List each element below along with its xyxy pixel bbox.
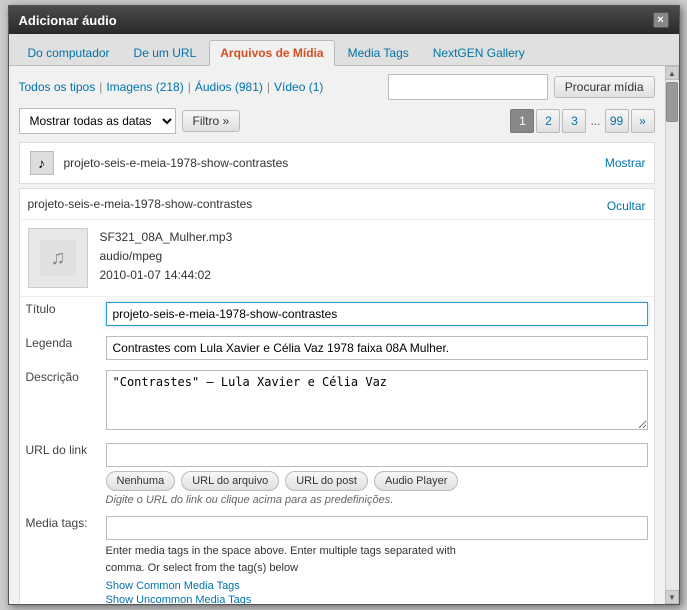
search-row: Todos os tipos | Imagens (218) | Áudios …: [19, 74, 655, 100]
url-label: URL do link: [20, 438, 100, 511]
audios-link[interactable]: Áudios (981): [195, 80, 263, 94]
url-cell: Nenhuma URL do arquivo URL do post Audio…: [100, 438, 654, 511]
url-btn-post[interactable]: URL do post: [285, 471, 368, 491]
url-input[interactable]: [106, 443, 648, 467]
media-tags-hint2: comma. Or select from the tag(s) below: [106, 562, 299, 574]
media-tags-hint: Enter media tags in the space above. Ent…: [106, 543, 648, 576]
media-item-1-name: projeto-seis-e-meia-1978-show-contrastes: [64, 156, 597, 170]
media-tags-label: Media tags:: [20, 511, 100, 604]
filter-button[interactable]: Filtro »: [182, 110, 241, 132]
pagination: 1 2 3 ... 99 »: [510, 109, 654, 133]
title-row: Título: [20, 297, 654, 331]
page-next-btn[interactable]: »: [631, 109, 655, 133]
type-filter: Todos os tipos | Imagens (218) | Áudios …: [19, 80, 324, 94]
page-dots: ...: [588, 114, 602, 128]
desc-label: Descrição: [20, 365, 100, 438]
sep1: |: [99, 80, 102, 94]
tab-bar: Do computador De um URL Arquivos de Mídi…: [9, 34, 679, 66]
show-uncommon-tags-link[interactable]: Show Uncommon Media Tags: [106, 594, 252, 604]
scrollbar-up-btn[interactable]: ▲: [665, 66, 679, 80]
search-button[interactable]: Procurar mídia: [554, 76, 655, 98]
close-button[interactable]: ×: [653, 12, 669, 28]
title-input[interactable]: [106, 302, 648, 326]
caption-label: Legenda: [20, 331, 100, 365]
images-link[interactable]: Imagens (218): [106, 80, 183, 94]
media-detail-section: ♫ SF321_08A_Mulher.mp3 audio/mpeg 2010-0…: [20, 220, 654, 297]
dialog-body: Todos os tipos | Imagens (218) | Áudios …: [9, 66, 679, 604]
search-input[interactable]: [388, 74, 548, 100]
search-controls: Procurar mídia: [388, 74, 655, 100]
media-filename: SF321_08A_Mulher.mp3: [100, 228, 233, 247]
media-tags-row: Media tags: Enter media tags in the spac…: [20, 511, 654, 604]
audio-thumbnail: ♫: [28, 228, 88, 288]
caption-input[interactable]: [106, 336, 648, 360]
scrollbar: ▲ ▼: [665, 66, 679, 604]
video-link[interactable]: Vídeo (1): [274, 80, 323, 94]
desc-cell: "Contrastes" – Lula Xavier e Célia Vaz: [100, 365, 654, 438]
media-meta: SF321_08A_Mulher.mp3 audio/mpeg 2010-01-…: [100, 228, 233, 288]
audio-thumb-svg: ♫: [40, 240, 76, 276]
title-cell: [100, 297, 654, 331]
media-item-1-header: ♪ projeto-seis-e-meia-1978-show-contrast…: [20, 143, 654, 183]
dialog-title: Adicionar áudio: [19, 13, 117, 28]
desc-textarea[interactable]: "Contrastes" – Lula Xavier e Célia Vaz: [106, 370, 648, 430]
url-btn-audio-player[interactable]: Audio Player: [374, 471, 458, 491]
media-item-2-header: projeto-seis-e-meia-1978-show-contrastes…: [20, 189, 654, 220]
scrollbar-down-btn[interactable]: ▼: [665, 590, 679, 604]
tab-media-tags[interactable]: Media Tags: [337, 40, 420, 65]
media-tags-links: Show Common Media Tags Show Uncommon Med…: [106, 578, 648, 604]
sep3: |: [267, 80, 270, 94]
desc-row: Descrição "Contrastes" – Lula Xavier e C…: [20, 365, 654, 438]
date-filter-row: Mostrar todas as datas Filtro » 1 2 3 ..…: [19, 108, 655, 134]
media-tags-hint1: Enter media tags in the space above. Ent…: [106, 545, 456, 557]
hide-link[interactable]: Ocultar: [607, 195, 646, 213]
tab-computer[interactable]: Do computador: [17, 40, 121, 65]
scrollbar-thumb[interactable]: [666, 82, 678, 122]
page-3-btn[interactable]: 3: [562, 109, 586, 133]
url-buttons: Nenhuma URL do arquivo URL do post Audio…: [106, 471, 648, 491]
url-btn-file[interactable]: URL do arquivo: [181, 471, 279, 491]
media-type: audio/mpeg: [100, 247, 233, 266]
caption-cell: [100, 331, 654, 365]
caption-row: Legenda: [20, 331, 654, 365]
scrollbar-track-area: [666, 80, 679, 590]
dialog: Adicionar áudio × Do computador De um UR…: [8, 5, 680, 605]
media-item-1: ♪ projeto-seis-e-meia-1978-show-contrast…: [19, 142, 655, 184]
svg-text:♫: ♫: [50, 247, 65, 269]
all-types-link[interactable]: Todos os tipos: [19, 80, 96, 94]
show-common-tags-link[interactable]: Show Common Media Tags: [106, 580, 240, 592]
page-99-btn[interactable]: 99: [605, 109, 629, 133]
media-date: 2010-01-07 14:44:02: [100, 266, 233, 285]
media-item-2: projeto-seis-e-meia-1978-show-contrastes…: [19, 188, 655, 604]
url-row: URL do link Nenhuma URL do arquivo URL d…: [20, 438, 654, 511]
tab-media-files[interactable]: Arquivos de Mídia: [209, 40, 334, 66]
url-btn-none[interactable]: Nenhuma: [106, 471, 176, 491]
media-form: Título Legenda Descrição: [20, 297, 654, 604]
title-label: Título: [20, 297, 100, 331]
show-link-1[interactable]: Mostrar: [605, 156, 646, 170]
music-note-icon: ♪: [30, 151, 54, 175]
media-item-2-name: projeto-seis-e-meia-1978-show-contrastes: [28, 197, 607, 211]
page-2-btn[interactable]: 2: [536, 109, 560, 133]
page-1-btn[interactable]: 1: [510, 109, 534, 133]
date-filter-select[interactable]: Mostrar todas as datas: [19, 108, 176, 134]
tab-nextgen[interactable]: NextGEN Gallery: [422, 40, 536, 65]
tab-url[interactable]: De um URL: [123, 40, 208, 65]
main-content: Todos os tipos | Imagens (218) | Áudios …: [9, 66, 665, 604]
url-hint: Digite o URL do link ou clique acima par…: [106, 494, 648, 506]
sep2: |: [188, 80, 191, 94]
audio-icon-1: ♪: [28, 149, 56, 177]
media-tags-input[interactable]: [106, 516, 648, 540]
dialog-titlebar: Adicionar áudio ×: [9, 6, 679, 34]
media-tags-cell: Enter media tags in the space above. Ent…: [100, 511, 654, 604]
